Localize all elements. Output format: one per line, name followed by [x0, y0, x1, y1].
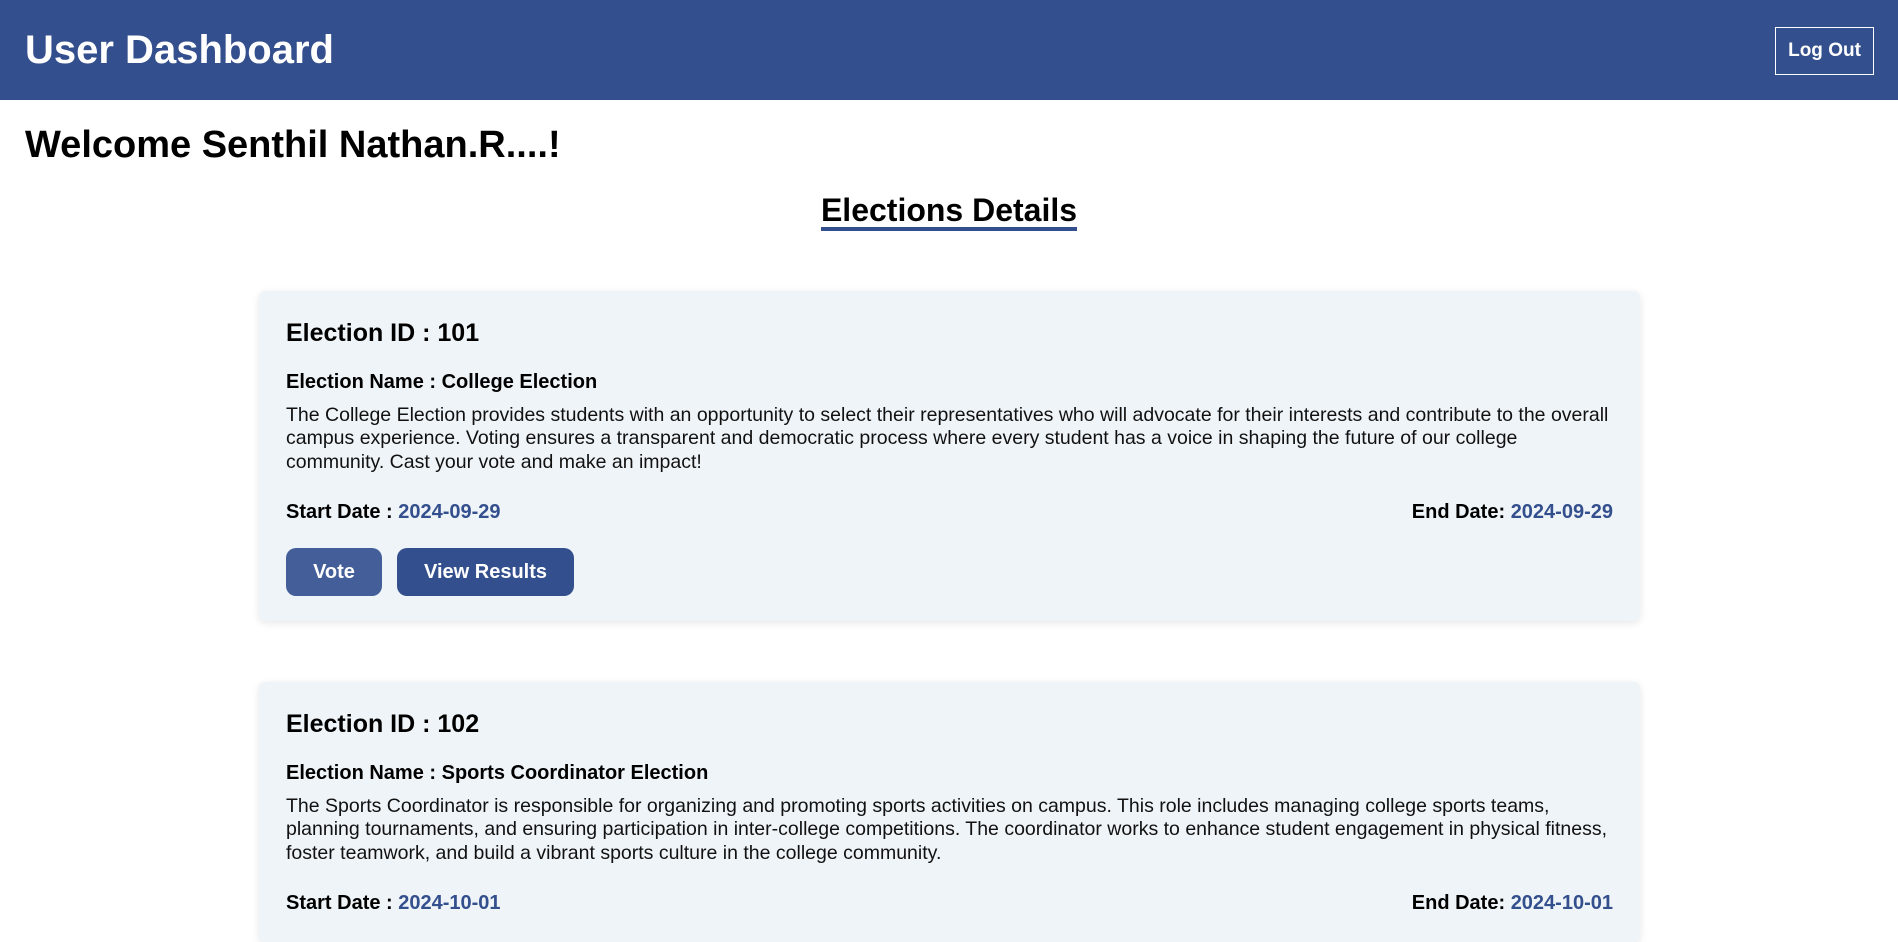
logout-button[interactable]: Log Out — [1775, 27, 1874, 75]
section-title-text: Elections Details — [820, 193, 1078, 231]
election-card: Election ID : 102 Election Name : Sports… — [259, 682, 1640, 942]
election-description: The College Election provides students w… — [286, 404, 1609, 473]
end-date: End Date: 2024-10-01 — [1412, 890, 1613, 916]
election-name-label: Election Name : — [286, 371, 442, 393]
vote-button[interactable]: Vote — [286, 548, 382, 596]
start-date-label: Start Date : — [286, 501, 399, 523]
election-card: Election ID : 101 Election Name : Colleg… — [259, 291, 1640, 621]
top-navbar: User Dashboard Log Out — [0, 0, 1898, 100]
election-id: Election ID : 102 — [286, 710, 480, 738]
section-title: Elections Details — [0, 190, 1898, 231]
election-name: Election Name : College Election — [286, 369, 597, 395]
app-title: User Dashboard — [25, 28, 334, 72]
start-date: Start Date : 2024-09-29 — [286, 499, 501, 525]
view-results-button[interactable]: View Results — [397, 548, 574, 596]
end-date: End Date: 2024-09-29 — [1412, 499, 1613, 525]
election-name-value: Sports Coordinator Election — [441, 762, 709, 784]
welcome-heading: Welcome Senthil Nathan.R....! — [25, 124, 561, 166]
election-description: The Sports Coordinator is responsible fo… — [286, 795, 1608, 864]
election-name-label: Election Name : — [286, 762, 442, 784]
start-date: Start Date : 2024-10-01 — [286, 890, 501, 916]
election-id: Election ID : 101 — [286, 319, 480, 347]
end-date-value: 2024-09-29 — [1510, 501, 1613, 523]
end-date-label: End Date: — [1411, 501, 1511, 523]
start-date-value: 2024-09-29 — [398, 501, 501, 523]
election-name-value: College Election — [441, 371, 598, 393]
election-name: Election Name : Sports Coordinator Elect… — [286, 760, 708, 786]
